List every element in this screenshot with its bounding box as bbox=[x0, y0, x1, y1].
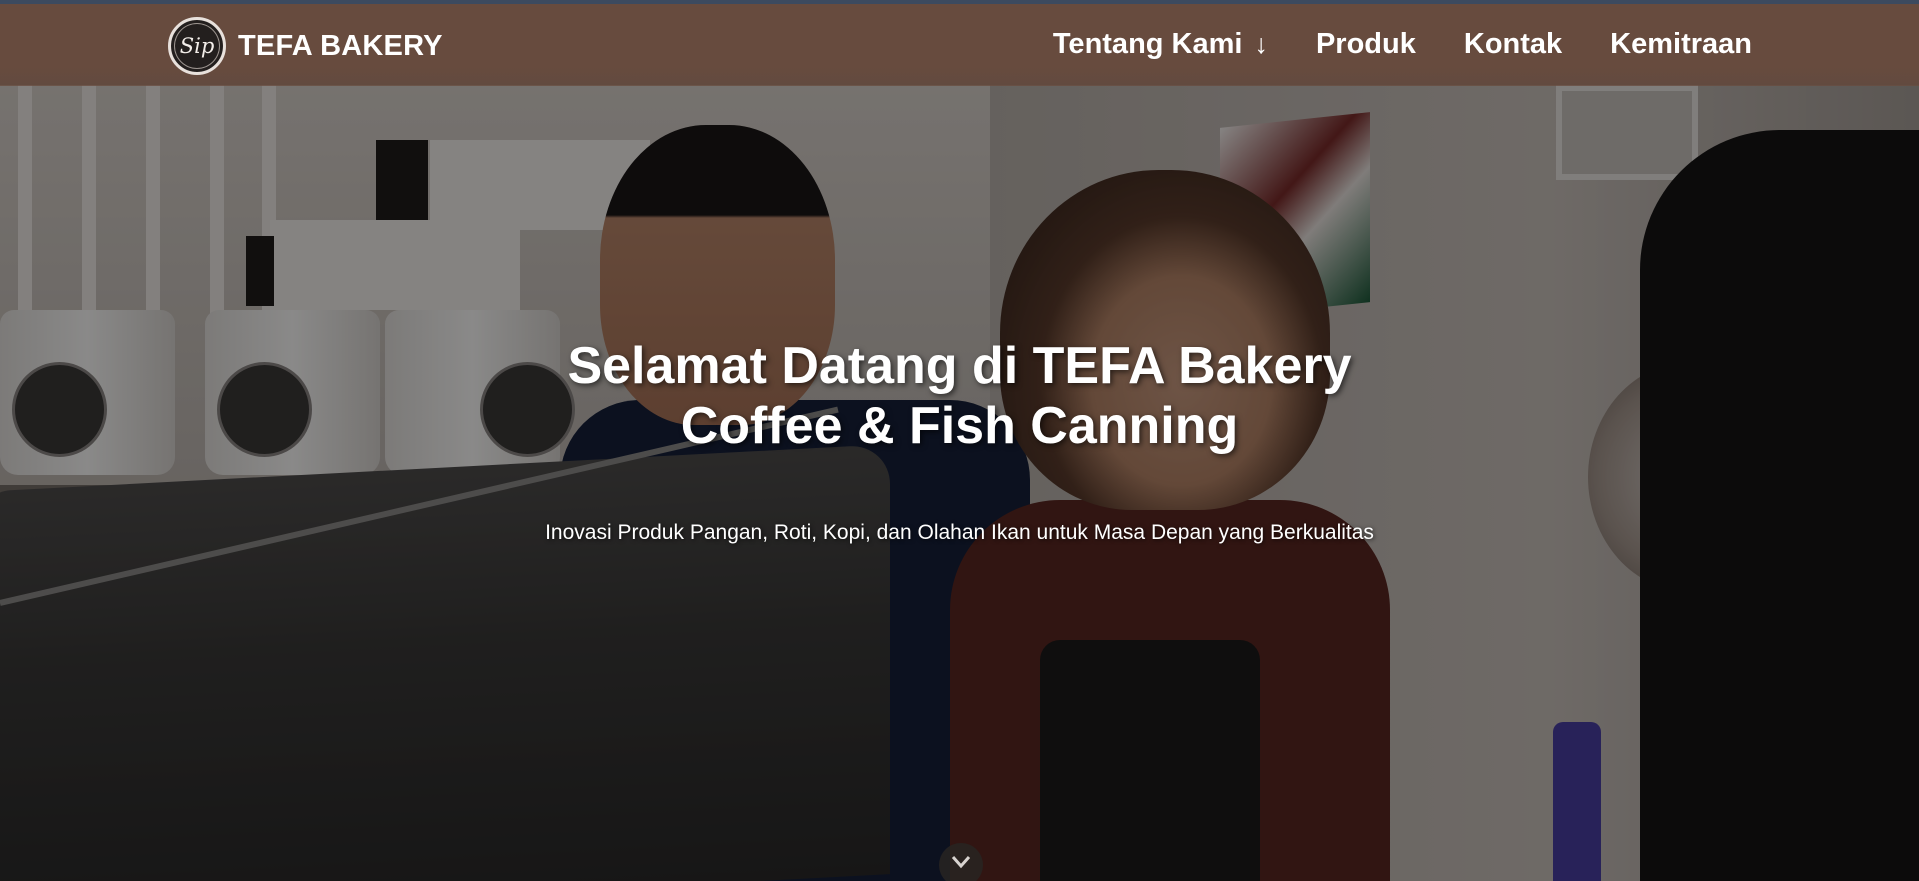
chevron-down-icon bbox=[951, 856, 971, 869]
hero-subtitle: Inovasi Produk Pangan, Roti, Kopi, dan O… bbox=[545, 521, 1374, 544]
arrow-down-icon: ↓ bbox=[1254, 29, 1268, 59]
hero-title: Selamat Datang di TEFA Bakery Coffee & F… bbox=[0, 336, 1919, 456]
scroll-down-button[interactable] bbox=[939, 843, 983, 881]
nav-item-label: Tentang Kami bbox=[1052, 28, 1243, 60]
nav-item-label: Kontak bbox=[1463, 28, 1563, 60]
nav-item-produk[interactable]: Produk bbox=[1316, 28, 1416, 61]
nav-item-tentang-kami[interactable]: Tentang Kami ↓ bbox=[1053, 28, 1268, 61]
brand-name: TEFA BAKERY bbox=[238, 29, 443, 62]
nav-item-label: Kemitraan bbox=[1610, 28, 1752, 60]
nav-item-kemitraan[interactable]: Kemitraan bbox=[1610, 28, 1752, 61]
navbar: Sip TEFA BAKERY Tentang Kami ↓ Produk Ko… bbox=[0, 4, 1919, 86]
nav-item-label: Produk bbox=[1315, 28, 1416, 60]
nav-item-kontak[interactable]: Kontak bbox=[1464, 28, 1562, 61]
hero-title-line1: Selamat Datang di TEFA Bakery bbox=[567, 337, 1352, 395]
brand-logo: Sip bbox=[168, 17, 226, 75]
main-nav: Tentang Kami ↓ Produk Kontak Kemitraan bbox=[1053, 28, 1752, 61]
brand-link[interactable]: Sip TEFA BAKERY bbox=[168, 16, 443, 76]
hero-title-line2: Coffee & Fish Canning bbox=[680, 397, 1239, 455]
